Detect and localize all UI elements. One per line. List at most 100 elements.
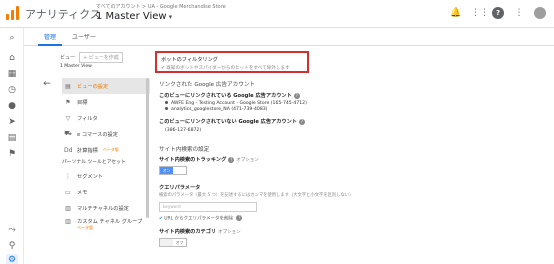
help-icon[interactable]: ? — [228, 156, 235, 163]
nav-item-notes[interactable]: ▭ メモ — [62, 184, 150, 200]
toggle-on[interactable]: オン — [160, 167, 173, 174]
view-column-label: ビュー — [60, 55, 76, 61]
toggle-off-empty[interactable] — [173, 167, 186, 174]
discover-icon[interactable]: ⚲ — [6, 240, 18, 252]
optional-tag: オプション — [236, 158, 259, 163]
nav-item-label: e コマースの設定 — [77, 131, 118, 138]
channels-icon: ▥ — [65, 204, 71, 212]
analytics-logo-icon[interactable] — [6, 6, 20, 20]
behavior-icon[interactable]: ▤ — [6, 132, 18, 144]
bot-filtering-checkbox[interactable]: ✔ 既知のボットやスパイダーからのヒットをすべて除外します — [161, 65, 290, 71]
personal-tools-heading: パーソナル ツールとアセット — [62, 160, 126, 165]
bot-filtering-label: 既知のボットやスパイダーからのヒットをすべて除外します — [166, 66, 290, 71]
tab-user[interactable]: ユーザー — [72, 32, 96, 41]
toggle-on-empty[interactable] — [160, 239, 173, 246]
realtime-icon[interactable]: ◷ — [6, 84, 18, 96]
nav-item-goals[interactable]: ⚑ 目標 — [62, 94, 150, 110]
home-icon[interactable]: ⌂ — [6, 52, 18, 64]
calc-icon: Dd — [64, 146, 73, 154]
linked-account-name: AWFE Eng - Testing Account - Google Stor… — [171, 101, 307, 106]
view-nav-list: ▤ ビューの設定 ⚑ 目標 ▽ フィルタ ⛟ e コマースの設定 Dd 計算指標… — [62, 78, 150, 234]
unlinked-accounts-label-text: このビューにリンクされていない Google 広告アカウント — [159, 119, 297, 125]
help-icon[interactable]: ? — [298, 118, 305, 125]
search-icon[interactable]: ⌕ — [6, 32, 18, 44]
cart-icon: ⛟ — [64, 130, 72, 137]
avatar[interactable] — [534, 7, 546, 19]
view-selector-label: 1 Master View — [96, 11, 167, 22]
more-icon[interactable]: ⋮ — [513, 7, 525, 19]
site-search-toggle[interactable]: オン — [159, 166, 187, 175]
query-param-description: 検索のパラメータ（最大 5 つ）を記述するにはカンマを使用します（大文字と小文字… — [159, 193, 354, 198]
admin-gear-icon[interactable]: ⚙ — [6, 254, 18, 264]
site-search-tracking-text: サイト内検索のトラッキング — [159, 157, 227, 163]
site-search-category-text: サイト内検索のカテゴリ — [159, 229, 217, 235]
site-search-category-label: サイト内検索のカテゴリ オプション — [159, 228, 241, 235]
nav-item-label: セグメント — [77, 173, 103, 180]
back-arrow-icon[interactable]: ← — [40, 78, 54, 90]
flag-icon: ⚑ — [65, 98, 71, 106]
view-selector[interactable]: 1 Master View ▾ — [96, 11, 172, 22]
bell-icon[interactable]: 🔔 — [450, 7, 462, 19]
acquisition-icon[interactable]: ➤ — [6, 116, 18, 128]
doc-icon: ▤ — [65, 82, 71, 90]
nav-item-segments[interactable]: ⋮ セグメント — [62, 168, 150, 184]
help-icon[interactable]: ? — [236, 215, 243, 221]
query-param-label: クエリパラメータ — [159, 185, 201, 191]
nav-item-label: マルチチャネルの設定 — [77, 205, 129, 212]
left-nav-rail: ⌕ ⌂ ▦ ◷ ● ➤ ▤ ⚑ ⤳ ⚲ ⚙ — [0, 28, 24, 264]
view-settings-panel: ボットのフィルタリング ✔ 既知のボットやスパイダーからのヒットをすべて除外しま… — [152, 46, 554, 264]
chevron-down-icon: ▾ — [168, 13, 173, 21]
customization-icon[interactable]: ▦ — [6, 68, 18, 80]
strip-query-param-label: URL からクエリパラメータを削除 — [164, 216, 233, 222]
filter-icon: ▽ — [65, 114, 71, 122]
note-icon: ▭ — [65, 188, 71, 196]
nav-item-filters[interactable]: ▽ フィルタ — [62, 110, 150, 126]
nav-item-view-settings[interactable]: ▤ ビューの設定 — [62, 78, 150, 94]
app-name: アナリティクス — [25, 8, 101, 21]
toggle-off[interactable]: オフ — [173, 239, 186, 246]
linked-account-item: analytics_googlestore_NA (471-739-4083) — [165, 107, 267, 112]
site-search-heading: サイト内検索の設定 — [159, 147, 210, 153]
nav-item-multichannel[interactable]: ▥ マルチチャネルの設定 — [62, 200, 150, 216]
linked-ads-heading: リンクされた Google 広告アカウント — [159, 82, 256, 88]
site-category-toggle[interactable]: オフ — [159, 238, 187, 247]
beta-badge: ベータ版 — [102, 147, 119, 152]
linked-account-item: AWFE Eng - Testing Account - Google Stor… — [165, 101, 307, 106]
nav-item-calculated-metrics[interactable]: Dd 計算指標 ベータ版 — [62, 142, 150, 158]
checkmark-icon: ✔ — [159, 216, 163, 222]
top-header: アナリティクス すべてのアカウント > UA - Google Merchand… — [0, 0, 554, 28]
view-column-scrollbar[interactable] — [146, 78, 149, 218]
help-icon[interactable]: ? — [492, 7, 504, 19]
account-breadcrumb[interactable]: すべてのアカウント > UA - Google Merchandise Stor… — [96, 3, 226, 10]
nav-item-label: 目標 — [77, 99, 88, 106]
optional-tag: オプション — [218, 230, 241, 235]
conversions-icon[interactable]: ⚑ — [6, 148, 18, 160]
linked-accounts-label-text: このビューにリンクされている Google 広告アカウント — [159, 93, 292, 99]
audience-icon[interactable]: ● — [6, 100, 18, 112]
tab-admin[interactable]: 管理 — [44, 32, 56, 41]
unlinked-accounts-label: このビューにリンクされていない Google 広告アカウント? — [159, 118, 305, 125]
selected-view-name[interactable]: 1 Master View — [60, 64, 92, 69]
admin-tabs: 管理 ユーザー — [24, 28, 554, 46]
attribution-icon[interactable]: ⤳ — [6, 224, 18, 236]
help-icon[interactable]: ? — [293, 92, 300, 99]
nav-item-custom-channel-groups[interactable]: ▥ カスタム チャネル グループ ベータ版 — [62, 216, 150, 234]
nav-item-label: ビューの設定 — [77, 83, 109, 90]
apps-icon[interactable]: ⋮⋮ — [471, 7, 489, 19]
linked-accounts-label: このビューにリンクされている Google 広告アカウント? — [159, 92, 300, 99]
nav-item-label: 計算指標 — [77, 147, 98, 154]
strip-query-param-checkbox[interactable]: ✔ URL からクエリパラメータを削除 ? — [159, 215, 243, 222]
query-param-input[interactable]: keyword — [159, 202, 257, 212]
bot-filtering-highlight: ボットのフィルタリング ✔ 既知のボットやスパイダーからのヒットをすべて除外しま… — [155, 51, 309, 73]
bot-filtering-title: ボットのフィルタリング — [161, 57, 218, 63]
segments-icon: ⋮ — [65, 172, 71, 180]
nav-item-label: カスタム チャネル グループ — [77, 219, 143, 225]
nav-item-ecommerce[interactable]: ⛟ e コマースの設定 — [62, 126, 150, 142]
create-view-button[interactable]: + ビューを作成 — [79, 52, 123, 63]
view-column: ビュー + ビューを作成 1 Master View ← ▤ ビューの設定 ⚑ … — [34, 46, 152, 264]
linked-account-name: analytics_googlestore_NA (471-739-4083) — [171, 107, 268, 112]
nav-item-label: メモ — [77, 189, 88, 196]
site-search-tracking-label: サイト内検索のトラッキング? オプション — [159, 156, 259, 163]
checkmark-icon: ✔ — [161, 66, 165, 71]
unlinked-account-item: (386-127-6872) — [165, 128, 202, 133]
